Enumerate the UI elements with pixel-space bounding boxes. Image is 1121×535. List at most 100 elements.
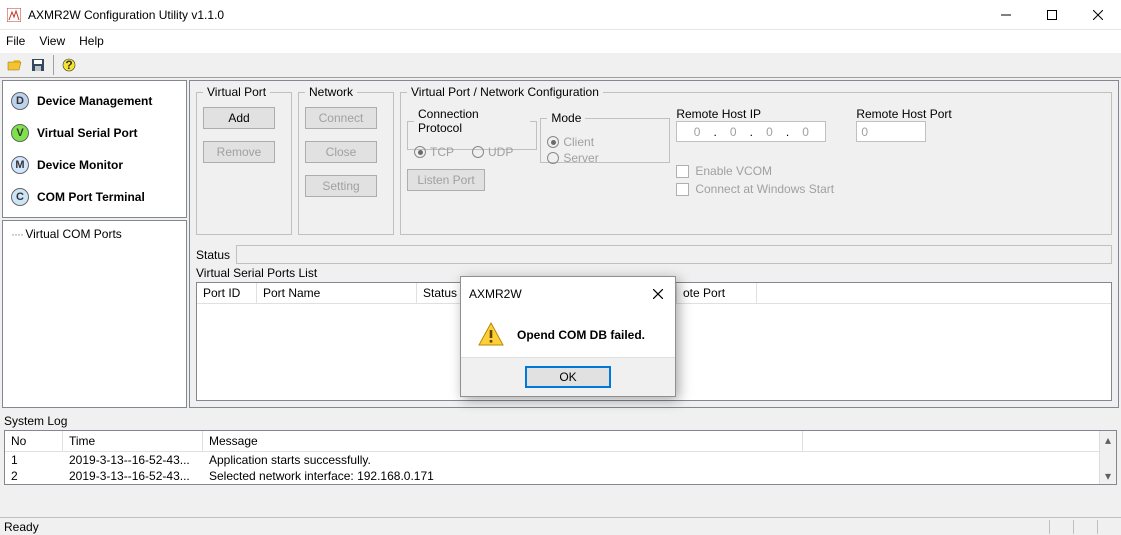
statusbar: Ready	[0, 517, 1121, 535]
log-row[interactable]: 1 2019-3-13--16-52-43... Application sta…	[5, 452, 1116, 468]
statusbar-cell	[1049, 520, 1069, 534]
virtual-serial-icon: V	[11, 124, 29, 142]
client-radio[interactable]: Client	[547, 135, 663, 149]
log-row[interactable]: 2 2019-3-13--16-52-43... Selected networ…	[5, 468, 1116, 484]
status-field	[236, 245, 1112, 264]
dialog-close-button[interactable]	[647, 283, 669, 305]
nav-label: COM Port Terminal	[37, 190, 145, 204]
navigation-panel: D Device Management V Virtual Serial Por…	[2, 80, 187, 218]
ip-octet[interactable]: 0	[682, 125, 712, 139]
system-log-header: No Time Message	[5, 431, 1116, 452]
log-no: 1	[5, 452, 63, 468]
col-no[interactable]: No	[5, 431, 63, 451]
warning-icon	[477, 321, 505, 349]
error-dialog: AXMR2W Opend COM DB failed. OK	[460, 276, 676, 397]
system-log-rows: 1 2019-3-13--16-52-43... Application sta…	[5, 452, 1116, 484]
remote-host-port-label: Remote Host Port	[856, 107, 951, 121]
checkbox-label: Enable VCOM	[695, 164, 772, 178]
group-legend: Connection Protocol	[414, 107, 530, 135]
nav-device-monitor[interactable]: M Device Monitor	[5, 149, 184, 181]
col-port-id[interactable]: Port ID	[197, 283, 257, 303]
window-close-button[interactable]	[1075, 0, 1121, 30]
col-remote-port[interactable]: ote Port	[677, 283, 757, 303]
log-message: Application starts successfully.	[203, 452, 1116, 468]
virtual-port-group: Virtual Port Add Remove	[196, 85, 292, 235]
remote-host-ip-field[interactable]: 0. 0. 0. 0	[676, 121, 826, 142]
radio-label: Server	[563, 151, 598, 165]
virtual-com-tree[interactable]: Virtual COM Ports	[2, 220, 187, 408]
checkbox-label: Connect at Windows Start	[695, 182, 834, 196]
open-icon[interactable]	[4, 54, 26, 76]
ip-octet[interactable]: 0	[718, 125, 748, 139]
statusbar-text: Ready	[4, 520, 39, 534]
menubar: File View Help	[0, 30, 1121, 52]
status-label: Status	[196, 248, 230, 262]
remote-host-ip-label: Remote Host IP	[676, 107, 826, 121]
save-icon[interactable]	[27, 54, 49, 76]
scroll-up-icon[interactable]: ▴	[1101, 431, 1116, 448]
group-legend: Virtual Port	[203, 85, 270, 99]
ip-octet[interactable]: 0	[791, 125, 821, 139]
window-maximize-button[interactable]	[1029, 0, 1075, 30]
checkbox-icon	[676, 183, 689, 196]
radio-label: Client	[563, 135, 594, 149]
system-log-scrollbar[interactable]: ▴ ▾	[1099, 431, 1116, 484]
enable-vcom-checkbox[interactable]: Enable VCOM	[676, 164, 951, 178]
statusbar-cell	[1073, 520, 1093, 534]
col-message[interactable]: Message	[203, 431, 803, 451]
log-time: 2019-3-13--16-52-43...	[63, 452, 203, 468]
nav-virtual-serial-port[interactable]: V Virtual Serial Port	[5, 117, 184, 149]
com-terminal-icon: C	[11, 188, 29, 206]
col-spacer	[803, 431, 1116, 451]
nav-com-port-terminal[interactable]: C COM Port Terminal	[5, 181, 184, 213]
network-group: Network Connect Close Setting	[298, 85, 394, 235]
dialog-title: AXMR2W	[469, 287, 522, 301]
menu-file[interactable]: File	[6, 34, 25, 48]
nav-label: Device Monitor	[37, 158, 123, 172]
log-message: Selected network interface: 192.168.0.17…	[203, 468, 1116, 484]
udp-radio[interactable]: UDP	[472, 145, 513, 159]
window-minimize-button[interactable]	[983, 0, 1029, 30]
system-log-list[interactable]: No Time Message 1 2019-3-13--16-52-43...…	[4, 430, 1117, 485]
remote-host-port-field[interactable]: 0	[856, 121, 926, 142]
add-button[interactable]: Add	[203, 107, 275, 129]
window-title: AXMR2W Configuration Utility v1.1.0	[28, 8, 983, 22]
nav-device-management[interactable]: D Device Management	[5, 85, 184, 117]
radio-icon	[414, 146, 426, 158]
menu-help[interactable]: Help	[79, 34, 104, 48]
scroll-down-icon[interactable]: ▾	[1101, 467, 1116, 484]
tree-root[interactable]: Virtual COM Ports	[11, 227, 122, 241]
dialog-message: Opend COM DB failed.	[517, 328, 645, 342]
ip-octet[interactable]: 0	[754, 125, 784, 139]
connect-button[interactable]: Connect	[305, 107, 377, 129]
device-monitor-icon: M	[11, 156, 29, 174]
radio-icon	[547, 152, 559, 164]
nav-label: Device Management	[37, 94, 152, 108]
log-time: 2019-3-13--16-52-43...	[63, 468, 203, 484]
svg-text:?: ?	[65, 58, 72, 72]
close-button[interactable]: Close	[305, 141, 377, 163]
help-icon[interactable]: ?	[58, 54, 80, 76]
toolbar: ?	[0, 52, 1121, 78]
radio-icon	[547, 136, 559, 148]
setting-button[interactable]: Setting	[305, 175, 377, 197]
checkbox-icon	[676, 165, 689, 178]
tcp-radio[interactable]: TCP	[414, 145, 454, 159]
server-radio[interactable]: Server	[547, 151, 663, 165]
log-no: 2	[5, 468, 63, 484]
col-spacer	[757, 283, 1111, 303]
vp-network-config-group: Virtual Port / Network Configuration Con…	[400, 85, 1112, 235]
radio-label: TCP	[430, 145, 454, 159]
menu-view[interactable]: View	[39, 34, 65, 48]
remove-button[interactable]: Remove	[203, 141, 275, 163]
col-port-name[interactable]: Port Name	[257, 283, 417, 303]
window-titlebar: AXMR2W Configuration Utility v1.1.0	[0, 0, 1121, 30]
listen-port-button[interactable]: Listen Port	[407, 169, 485, 191]
dialog-ok-button[interactable]: OK	[525, 366, 611, 388]
connect-at-start-checkbox[interactable]: Connect at Windows Start	[676, 182, 951, 196]
connection-protocol-group: Connection Protocol TCP UDP	[407, 107, 537, 150]
system-log-label: System Log	[4, 412, 1117, 430]
statusbar-cell	[1097, 520, 1117, 534]
col-time[interactable]: Time	[63, 431, 203, 451]
app-icon	[6, 7, 22, 23]
